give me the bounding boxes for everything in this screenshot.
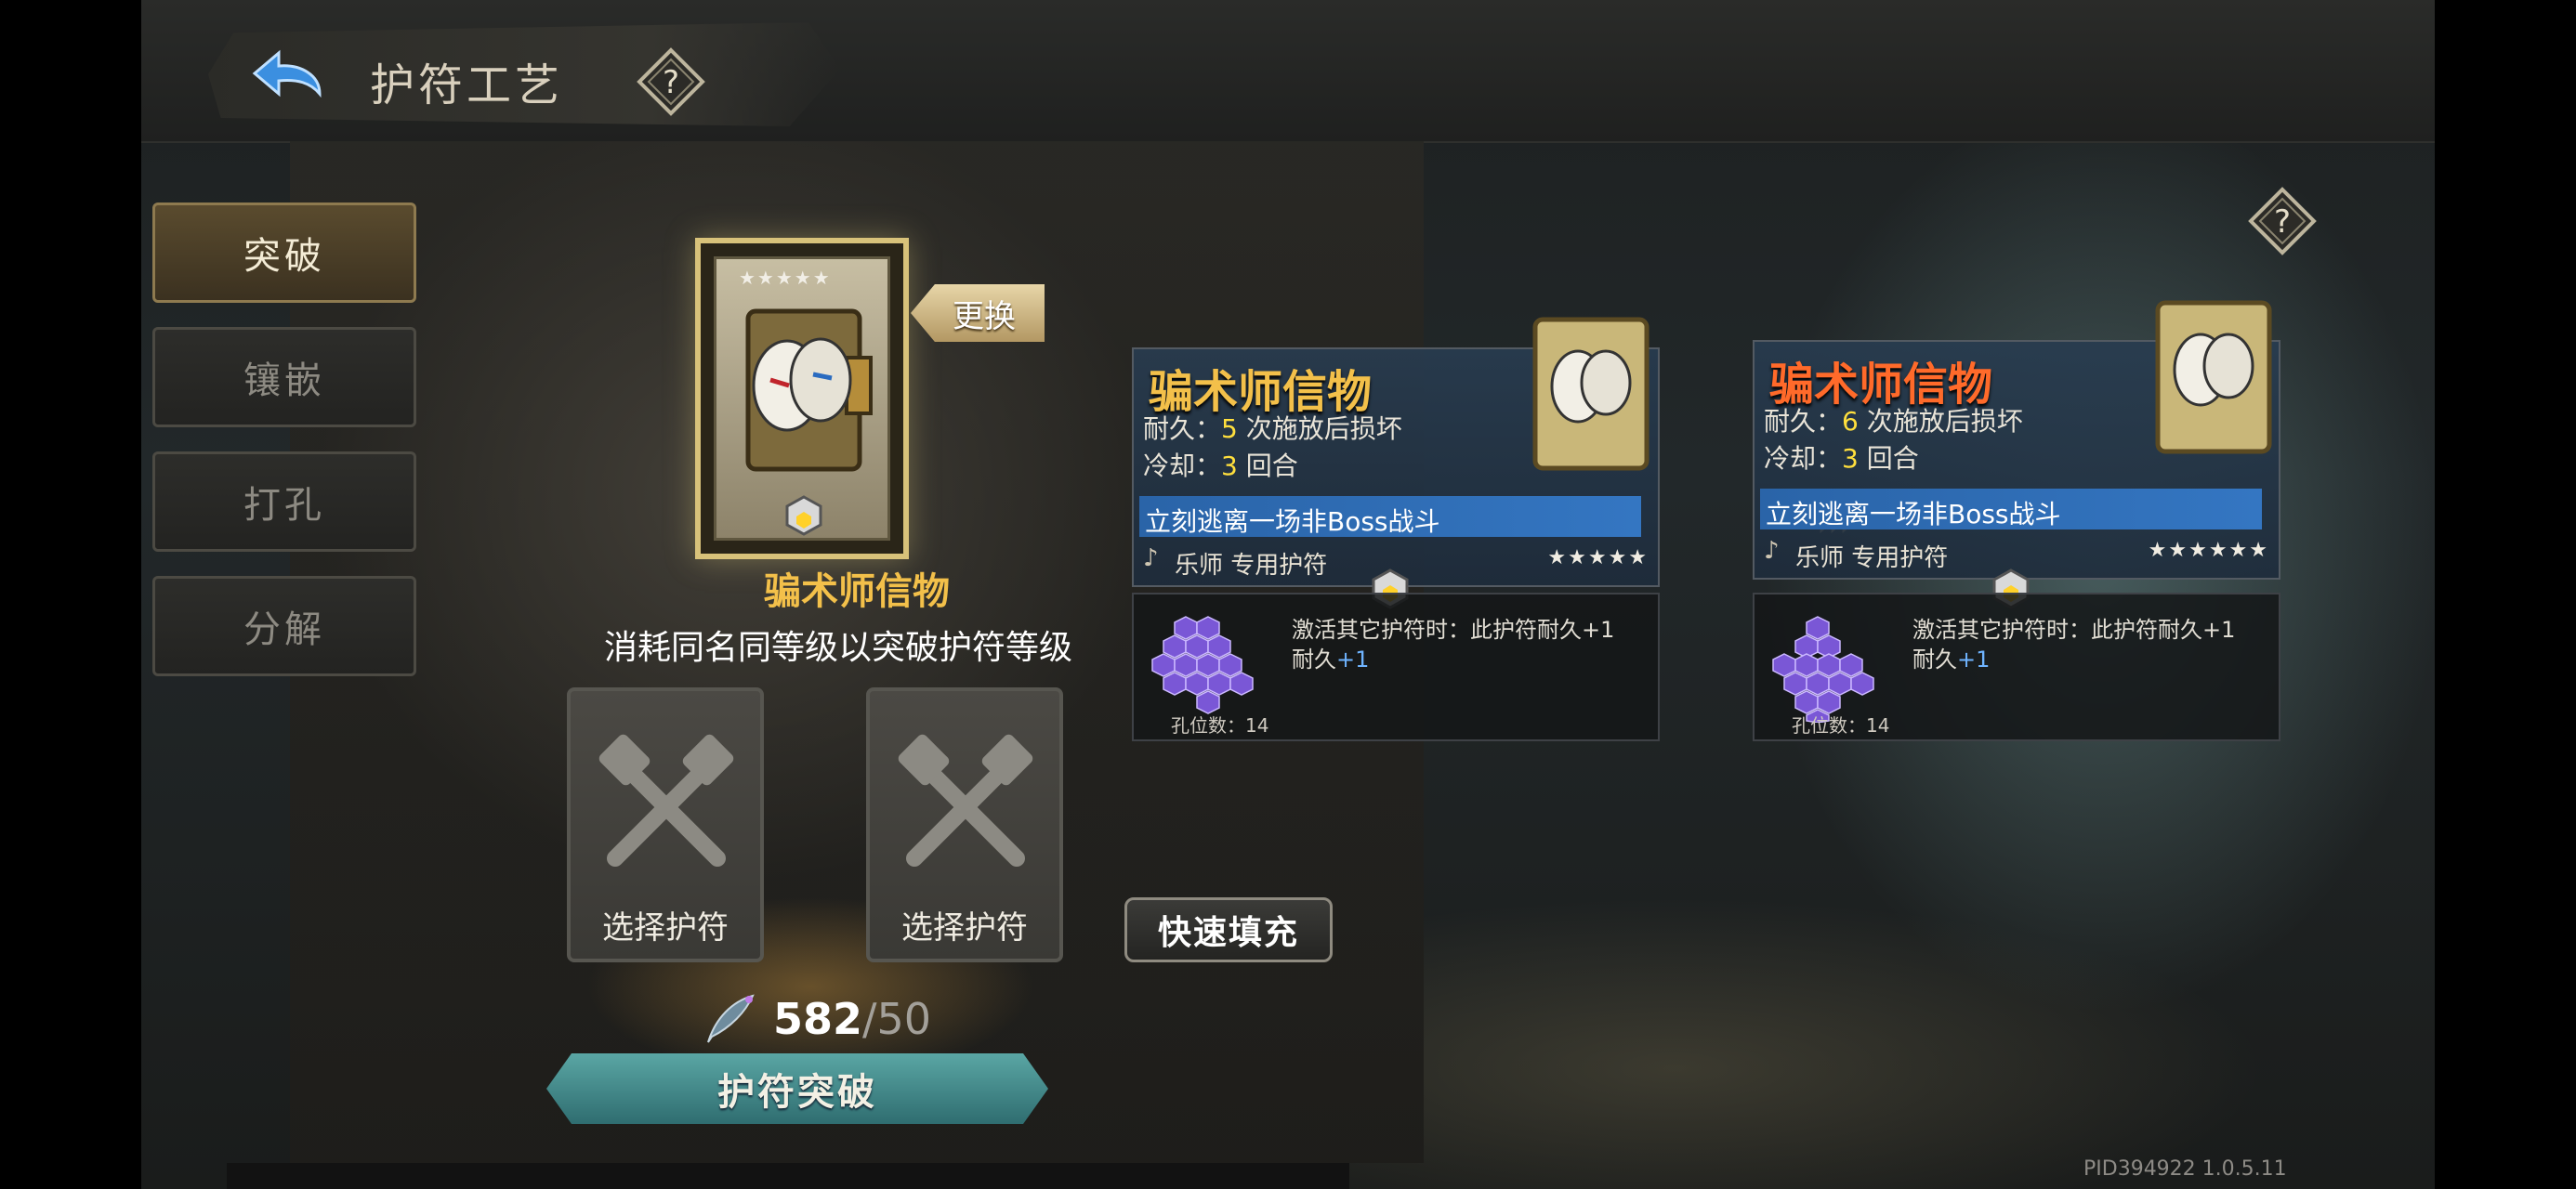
tab-disassemble[interactable]: 分解 — [152, 576, 416, 676]
back-arrow-icon — [252, 49, 322, 98]
amulet-thumb — [2155, 300, 2272, 454]
back-button[interactable] — [242, 43, 331, 113]
hex-socket-grid — [1772, 616, 1874, 723]
slot-label: 选择护符 — [602, 909, 729, 947]
slot-label: 选择护符 — [901, 909, 1028, 947]
socket-bonus: 耐久+1 — [1292, 647, 1370, 673]
resource-required: /50 — [862, 994, 932, 1044]
selected-card-name: 骗术师信物 — [764, 569, 950, 613]
star-row: ★★★★★ — [1547, 546, 1649, 569]
effect-text: 立刻逃离一场非Boss战斗 — [1760, 489, 2262, 529]
breakthrough-button[interactable]: 护符突破 — [546, 1053, 1048, 1124]
card-stars: ★★★★★ — [739, 267, 832, 289]
bottom-strip — [227, 1163, 1349, 1189]
socket-description: 激活其它护符时：此护符耐久+1 — [1292, 617, 1615, 643]
svg-text:?: ? — [2274, 203, 2291, 241]
mask-book-icon — [745, 308, 873, 472]
game-screen: 护符工艺 ? ? 突破 镶嵌 打孔 分解 ★★★★★ 更换 骗术师信物 消耗同名… — [141, 0, 2435, 1189]
socket-count: 孔位数：14 — [1792, 714, 1890, 737]
class-label: 乐师 专用护符 — [1175, 552, 1328, 580]
card-art: ★★★★★ — [714, 256, 890, 541]
durability-line: 耐久：5 次施放后损坏 — [1143, 413, 1402, 444]
build-id: PID394922 1.0.5.11 — [2083, 1157, 2287, 1181]
help-icon[interactable]: ? — [2247, 186, 2318, 256]
socket-count: 孔位数：14 — [1171, 714, 1269, 737]
durability-line: 耐久：6 次施放后损坏 — [1764, 406, 2023, 437]
instruction-text: 消耗同名同等级以突破护符等级 — [603, 629, 1072, 667]
amulet-thumb — [1532, 317, 1649, 471]
star-row: ★★★★★★ — [2148, 539, 2269, 562]
change-button[interactable]: 更换 — [911, 284, 1045, 342]
cooldown-line: 冷却：3 回合 — [1143, 451, 1298, 481]
svg-text:?: ? — [663, 64, 679, 101]
tab-inlay[interactable]: 镶嵌 — [152, 327, 416, 427]
page-title: 护符工艺 — [370, 59, 564, 111]
cooldown-line: 冷却：3 回合 — [1764, 443, 1919, 474]
socket-panel: 激活其它护符时：此护符耐久+1 耐久+1 孔位数：14 — [1132, 593, 1660, 741]
socket-panel: 激活其它护符时：此护符耐久+1 耐久+1 孔位数：14 — [1753, 593, 2280, 741]
help-icon[interactable]: ? — [636, 46, 706, 117]
quick-fill-button[interactable]: 快速填充 — [1124, 897, 1333, 962]
crossed-axes-icon — [598, 734, 734, 867]
quill-currency-icon — [707, 994, 755, 1043]
effect-text: 立刻逃离一场非Boss战斗 — [1139, 496, 1641, 537]
tab-punch[interactable]: 打孔 — [152, 451, 416, 552]
resource-count: 582/50 — [773, 994, 931, 1044]
resource-current: 582 — [773, 994, 863, 1044]
material-slot[interactable]: 选择护符 — [567, 687, 764, 962]
lyre-icon: ♪ — [1143, 544, 1159, 572]
tab-breakthrough[interactable]: 突破 — [152, 203, 416, 303]
socket-description: 激活其它护符时：此护符耐久+1 — [1912, 617, 2236, 643]
lyre-icon: ♪ — [1764, 537, 1780, 565]
hex-socket-grid — [1151, 616, 1254, 714]
class-label: 乐师 专用护符 — [1795, 544, 1949, 572]
top-bar: 护符工艺 ? — [141, 0, 2435, 143]
crossed-axes-icon — [898, 734, 1033, 867]
gem-socket-icon — [785, 495, 822, 536]
selected-amulet-card[interactable]: ★★★★★ — [695, 238, 909, 559]
material-slot[interactable]: 选择护符 — [866, 687, 1063, 962]
socket-bonus: 耐久+1 — [1912, 647, 1991, 673]
